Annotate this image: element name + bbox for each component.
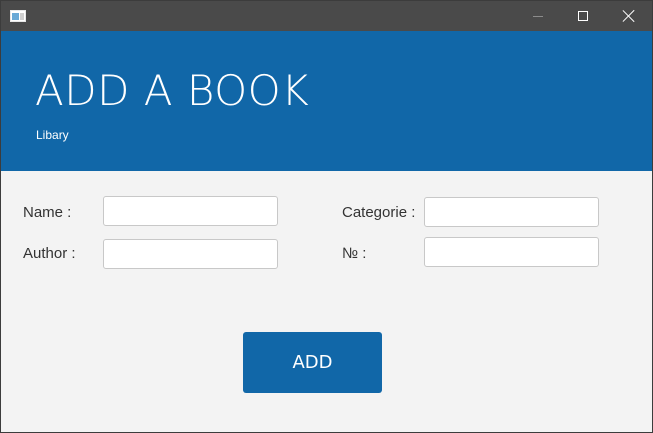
app-window: ADD A BOOK Libary Name : Author : Catego… <box>0 0 653 433</box>
header-banner: ADD A BOOK Libary <box>1 31 652 171</box>
category-label: Categorie : <box>342 204 416 221</box>
close-button[interactable] <box>606 1 652 31</box>
number-label: № : <box>342 245 367 262</box>
category-input[interactable] <box>424 197 599 227</box>
name-input[interactable] <box>103 196 278 226</box>
page-subtitle: Libary <box>36 128 69 142</box>
author-label: Author : <box>23 245 76 262</box>
app-window-icon <box>10 10 26 22</box>
add-button[interactable]: ADD <box>243 332 382 393</box>
author-input[interactable] <box>103 239 278 269</box>
maximize-icon <box>578 11 588 21</box>
name-label: Name : <box>23 204 72 221</box>
title-bar[interactable] <box>1 1 652 31</box>
close-icon <box>623 10 635 22</box>
minimize-icon <box>533 15 543 17</box>
number-input[interactable] <box>424 237 599 267</box>
maximize-button[interactable] <box>560 1 606 31</box>
page-title: ADD A BOOK <box>35 66 310 115</box>
minimize-button[interactable] <box>515 1 561 31</box>
